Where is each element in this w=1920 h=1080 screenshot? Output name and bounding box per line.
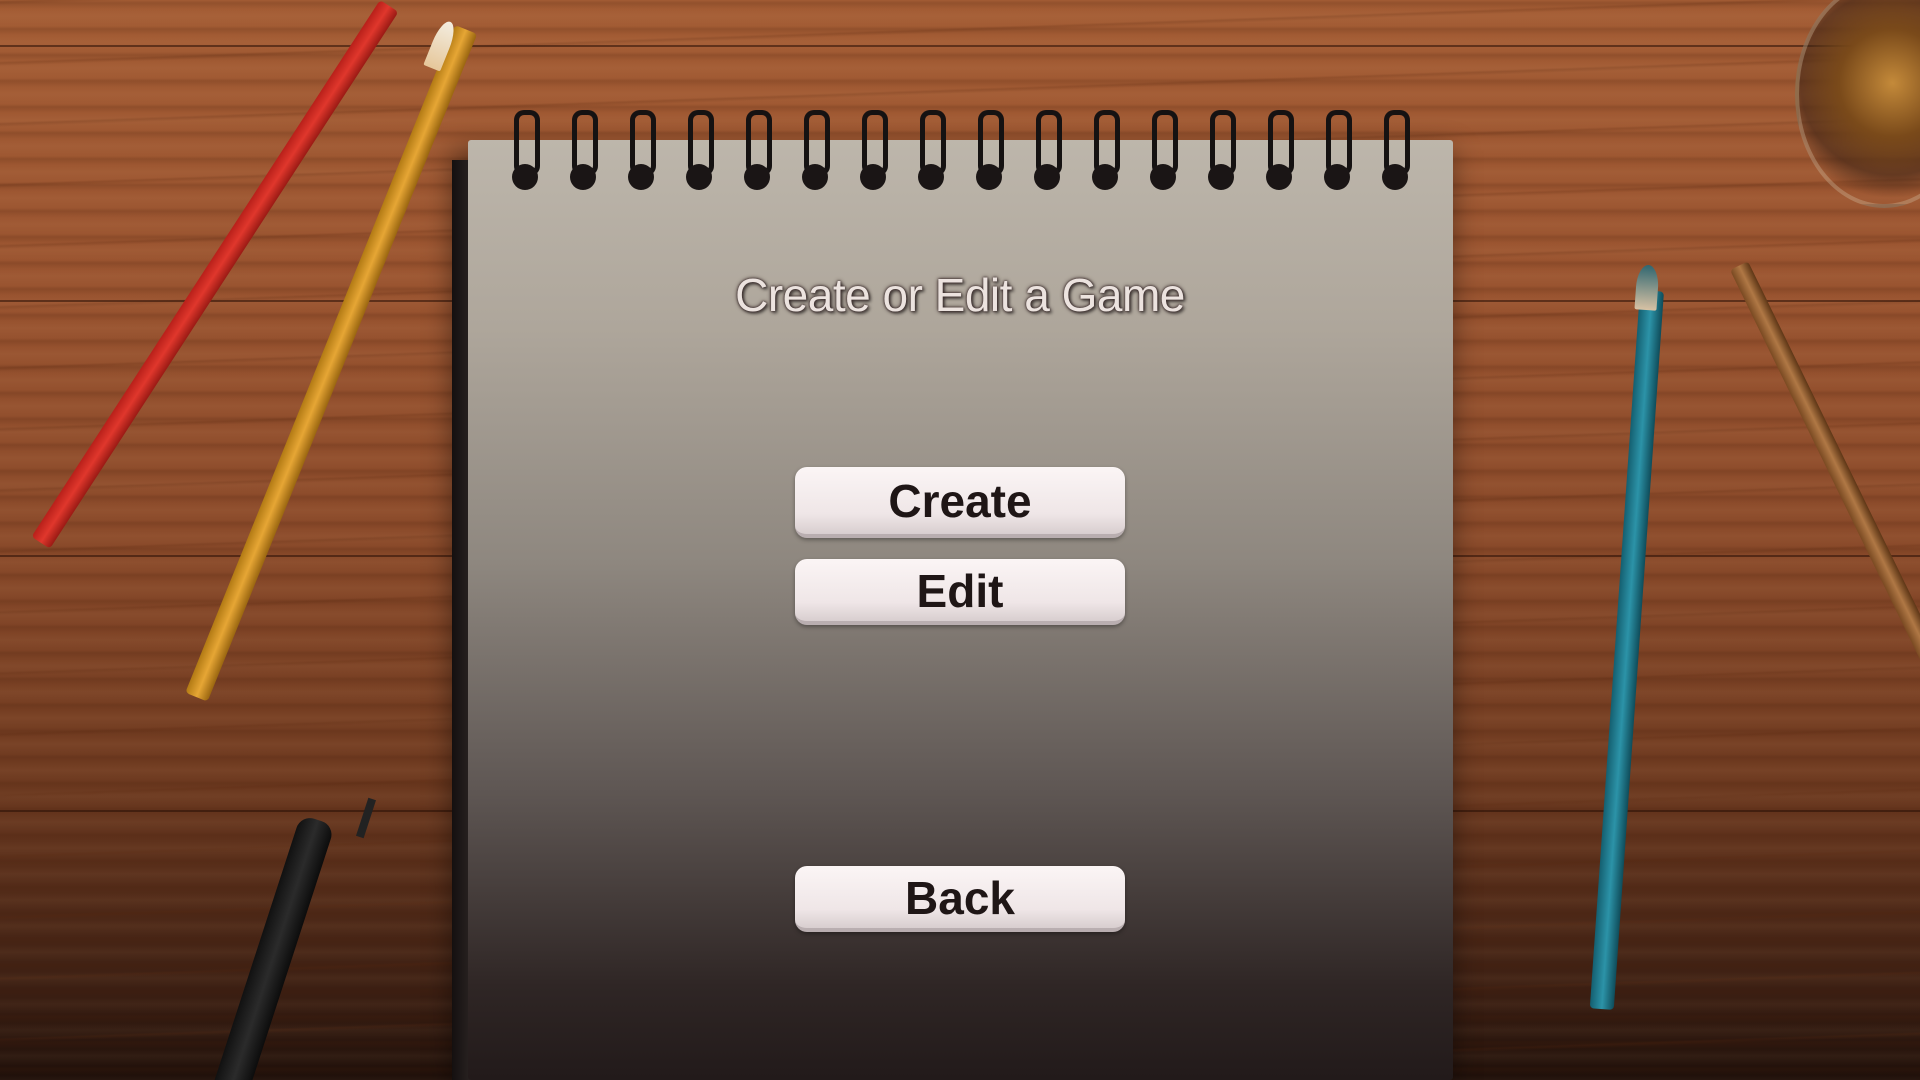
desk-plank-seam xyxy=(0,45,1920,47)
page-title: Create or Edit a Game xyxy=(735,269,1185,321)
spiral-binding-icon xyxy=(974,110,1004,190)
spiral-binding-icon xyxy=(568,110,598,190)
spiral-binding-icon xyxy=(1206,110,1236,190)
spiral-binding-icon xyxy=(1264,110,1294,190)
spiral-binding-icon xyxy=(742,110,772,190)
spiral-binding-icon xyxy=(626,110,656,190)
spiral-binding-icon xyxy=(800,110,830,190)
spiral-binding-icon xyxy=(858,110,888,190)
spiral-binding-icon xyxy=(1090,110,1120,190)
spiral-binding-icon xyxy=(1032,110,1062,190)
spiral-binding-icon xyxy=(1148,110,1178,190)
spiral-binding-icon xyxy=(684,110,714,190)
spiral-binding-icon xyxy=(916,110,946,190)
edit-button[interactable]: Edit xyxy=(795,559,1125,625)
spiral-binding-icon xyxy=(510,110,540,190)
spiral-binding-icon xyxy=(1322,110,1352,190)
create-button[interactable]: Create xyxy=(795,467,1125,538)
back-button[interactable]: Back xyxy=(795,866,1125,932)
spiral-binding-icon xyxy=(1380,110,1410,190)
